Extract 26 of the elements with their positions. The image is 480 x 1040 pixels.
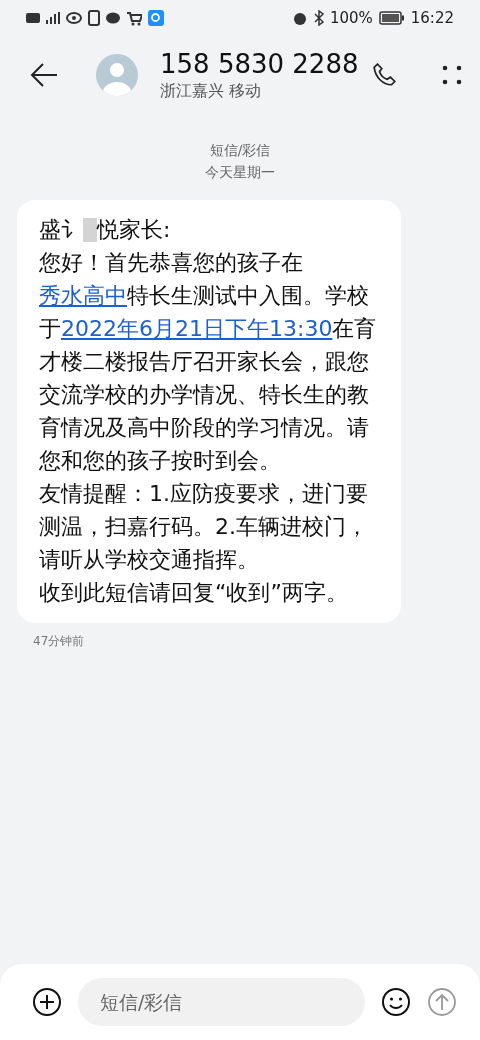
back-button[interactable] <box>30 63 58 87</box>
battery-percent: 100% <box>329 9 373 27</box>
more-icon[interactable] <box>442 64 462 86</box>
message-link[interactable]: 秀水高中 <box>39 283 127 308</box>
clock: 16:22 <box>410 9 454 27</box>
message-time: 47分钟前 <box>33 633 86 650</box>
channel-label: 短信/彩信 <box>209 142 271 160</box>
greeting: 悦家长: <box>97 216 171 244</box>
message-input[interactable]: 短信/彩信 <box>78 978 365 1026</box>
add-button[interactable] <box>32 987 62 1017</box>
message-link[interactable]: 2022年6月21日下午13:30 <box>61 316 333 341</box>
date-label: 今天星期一 <box>205 164 275 182</box>
contact-location: 浙江嘉兴 移动 <box>160 80 263 102</box>
greeting: 盛讠 <box>39 216 83 244</box>
cart-icon <box>126 10 142 26</box>
emoji-button[interactable] <box>381 987 411 1017</box>
message-paragraph: 友情提醒：1.应防疫要求，进门要测温，扫嘉行码。2.车辆进校门，请听从学校交通指挥。 <box>39 480 369 574</box>
eye-icon <box>66 12 82 24</box>
contact-number: 158 5830 2288 <box>160 48 360 79</box>
signal-icon <box>46 12 60 24</box>
search-app-icon <box>148 10 164 26</box>
battery-icon <box>378 11 405 25</box>
bluetooth-icon <box>313 10 324 26</box>
message-paragraph: 收到此短信请回复“收到”两字。 <box>39 579 349 607</box>
phone-icon[interactable] <box>372 62 398 88</box>
message-paragraph: 您好！首先恭喜您的孩子在 秀水高中特长生测试中入围。学校于2022年6月21日下午13:30在育才楼二楼报告厅召开家长会，跟您交流学校的办学情况、特长生的教育情况及高中阶段的学习情况。请您和您的孩子按时到会。 <box>39 249 378 475</box>
